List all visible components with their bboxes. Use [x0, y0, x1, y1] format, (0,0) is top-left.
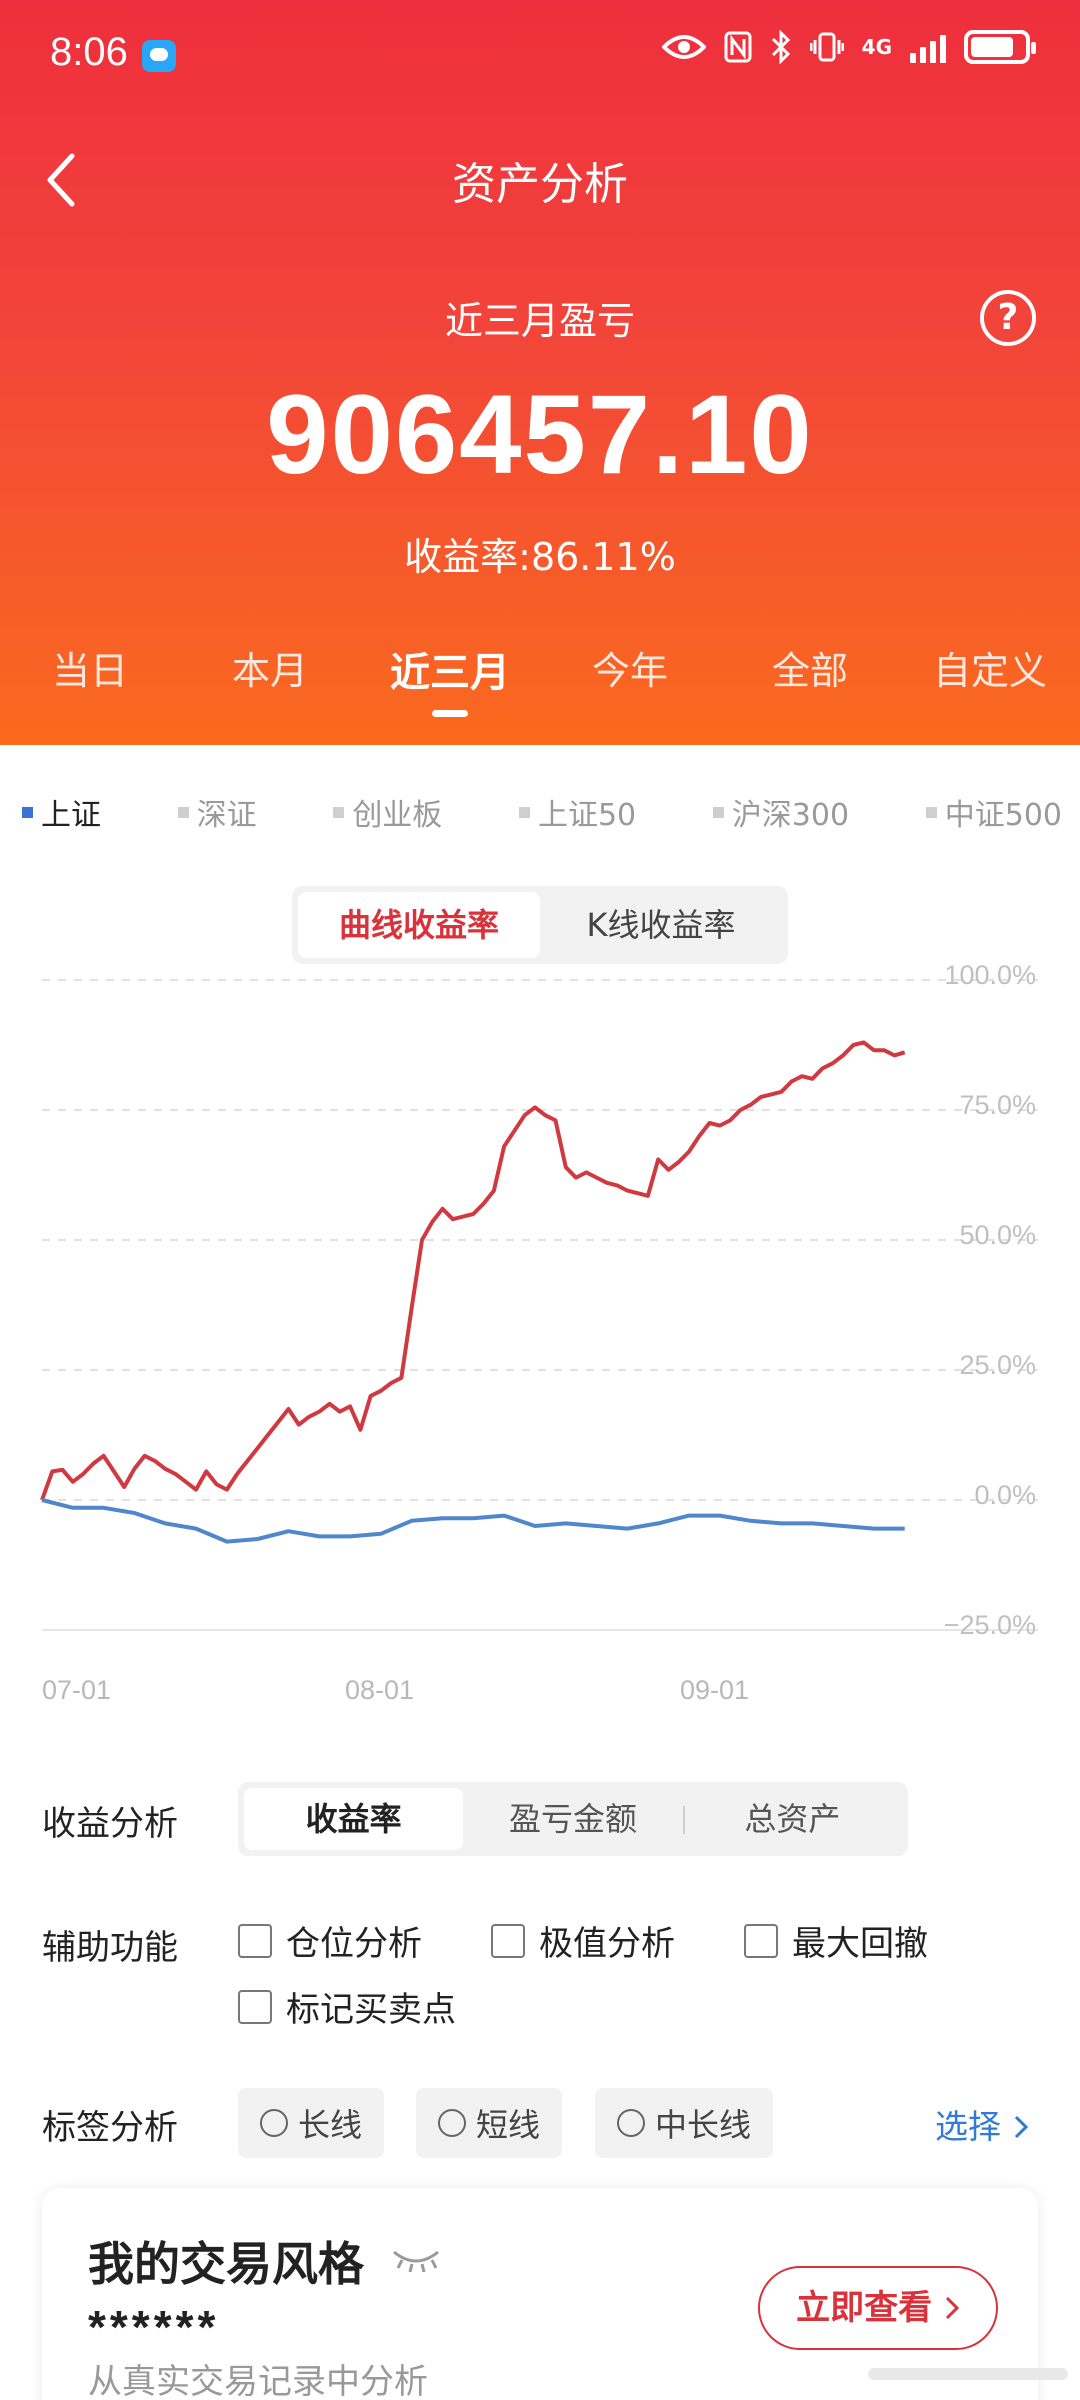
- message-notification-icon: [142, 40, 176, 72]
- period-tabs: 当日 本月 近三月 今年 全部 自定义: [0, 640, 1080, 730]
- segment-yield-rate[interactable]: 收益率: [244, 1788, 464, 1850]
- battery-icon: [964, 30, 1036, 64]
- signal-icon: [910, 31, 946, 63]
- view-now-button[interactable]: 立即查看: [758, 2266, 998, 2350]
- extreme-value-analysis-checkbox[interactable]: 极值分析: [491, 1916, 675, 1965]
- aux-functions-label: 辅助功能: [42, 1928, 178, 1968]
- profit-amount: 906457.10: [266, 372, 814, 497]
- home-indicator[interactable]: [868, 2368, 1068, 2380]
- tag-mid-long-term[interactable]: 中长线: [595, 2088, 774, 2158]
- index-tab-label: 中证500: [944, 798, 1062, 833]
- legend-marker: [177, 806, 189, 818]
- eye-icon: [661, 35, 706, 59]
- chart-type-toggle: 曲线收益率 K线收益率: [292, 886, 788, 964]
- curve-yield-option[interactable]: 曲线收益率: [298, 892, 540, 958]
- checkbox-label: 最大回撤: [792, 1924, 928, 1964]
- tab-this-month[interactable]: 本月: [180, 640, 360, 730]
- index-tab-sse50[interactable]: 上证50: [518, 790, 637, 834]
- index-tab-label: 创业板: [352, 798, 443, 833]
- checkbox-box: [238, 1989, 272, 2024]
- checkbox-label: 极值分析: [539, 1924, 675, 1964]
- nfc-icon: [724, 31, 752, 63]
- legend-marker: [712, 806, 724, 818]
- radio-icon: [260, 2109, 288, 2137]
- index-yield-line: [41, 1498, 905, 1544]
- y-tick-label: 0.0%: [974, 1480, 1036, 1510]
- index-tab-csi300[interactable]: 沪深300: [712, 790, 850, 834]
- yield-chart-canvas: [40, 979, 1038, 1631]
- index-tab-label: 深证: [196, 798, 257, 833]
- help-icon[interactable]: ?: [980, 290, 1036, 346]
- tab-this-year[interactable]: 今年: [540, 640, 720, 730]
- max-drawdown-checkbox[interactable]: 最大回撤: [744, 1916, 928, 1965]
- card-description: 从真实交易记录中分析: [88, 2362, 428, 2400]
- benchmark-index-tabs: 上证 深证 创业板 上证50 沪深300 中证500: [22, 790, 1062, 834]
- index-tab-csi500[interactable]: 中证500: [925, 790, 1062, 834]
- header-banner: 8:06 4G 资产分析 近三月盈亏 ? 906457.10 收益率:86.11…: [0, 0, 1080, 745]
- y-tick-label: 25.0%: [959, 1350, 1036, 1380]
- index-tab-shenzhen[interactable]: 深证: [177, 790, 257, 834]
- index-tab-chinext[interactable]: 创业板: [333, 790, 442, 834]
- segment-profit-amount[interactable]: 盈亏金额: [463, 1788, 682, 1850]
- index-tab-shanghai[interactable]: 上证: [22, 790, 101, 834]
- legend-marker: [333, 806, 345, 818]
- radio-icon: [617, 2109, 645, 2137]
- tab-today[interactable]: 当日: [0, 640, 180, 730]
- kline-yield-option[interactable]: K线收益率: [540, 892, 782, 958]
- eye-closed-icon[interactable]: [390, 2246, 442, 2272]
- tab-all[interactable]: 全部: [720, 640, 900, 730]
- portfolio-yield-line: [40, 1040, 906, 1501]
- period-summary-label: 近三月盈亏: [444, 299, 635, 343]
- network-type-label: 4G: [861, 35, 892, 59]
- legend-marker: [518, 806, 530, 818]
- y-tick-label: 100.0%: [944, 960, 1036, 990]
- tag-select-link[interactable]: 选择: [935, 2100, 1030, 2148]
- y-tick-label: 75.0%: [959, 1090, 1036, 1120]
- select-label: 选择: [935, 2107, 1001, 2146]
- tag-short-term[interactable]: 短线: [416, 2088, 563, 2158]
- bluetooth-icon: [771, 30, 790, 64]
- checkbox-label: 仓位分析: [286, 1924, 422, 1964]
- x-tick-label: 09-01: [680, 1675, 750, 1705]
- y-tick-label: 50.0%: [959, 1220, 1036, 1250]
- tag-long-term[interactable]: 长线: [238, 2088, 385, 2158]
- yield-rate: 收益率:86.11%: [404, 535, 676, 579]
- x-tick-label: 08-01: [345, 1675, 415, 1705]
- radio-icon: [438, 2109, 466, 2137]
- checkbox-box: [744, 1923, 778, 1958]
- index-tab-label: 沪深300: [731, 798, 850, 833]
- masked-style-value: ******: [88, 2301, 220, 2353]
- tab-custom[interactable]: 自定义: [900, 640, 1080, 730]
- chevron-right-icon: [1014, 2115, 1028, 2139]
- tag-label: 中长线: [655, 2106, 752, 2144]
- page-title: 资产分析: [452, 159, 628, 210]
- x-tick-label: 07-01: [42, 1675, 112, 1705]
- status-icons: 4G: [661, 30, 1036, 64]
- yield-chart: 100.0% 75.0% 50.0% 25.0% 0.0% −25.0% 07-…: [0, 960, 1080, 1720]
- view-now-label: 立即查看: [796, 2288, 933, 2328]
- y-tick-label: −25.0%: [943, 1610, 1036, 1640]
- chevron-right-icon: [945, 2296, 960, 2320]
- position-analysis-checkbox[interactable]: 仓位分析: [238, 1916, 422, 1965]
- mark-trade-points-checkbox[interactable]: 标记买卖点: [238, 1982, 456, 2031]
- checkbox-box: [491, 1923, 525, 1958]
- legend-marker: [925, 806, 937, 818]
- vibrate-icon: [809, 32, 844, 62]
- card-title: 我的交易风格: [88, 2237, 364, 2291]
- analysis-label: 收益分析: [42, 1804, 178, 1844]
- checkbox-box: [238, 1923, 272, 1958]
- index-tab-label: 上证50: [537, 798, 637, 833]
- tab-last-three-months[interactable]: 近三月: [360, 640, 540, 730]
- legend-marker: [22, 806, 33, 818]
- status-bar: 8:06 4G: [0, 0, 1080, 110]
- checkbox-label: 标记买卖点: [286, 1990, 456, 2030]
- tag-label: 短线: [476, 2106, 541, 2144]
- analysis-segment-control: 收益率 盈亏金额 总资产: [238, 1782, 908, 1856]
- index-tab-label: 上证: [41, 798, 101, 833]
- tag-analysis-label: 标签分析: [42, 2108, 178, 2148]
- tag-label: 长线: [298, 2106, 363, 2144]
- status-time: 8:06: [50, 30, 128, 74]
- segment-total-assets[interactable]: 总资产: [682, 1788, 902, 1850]
